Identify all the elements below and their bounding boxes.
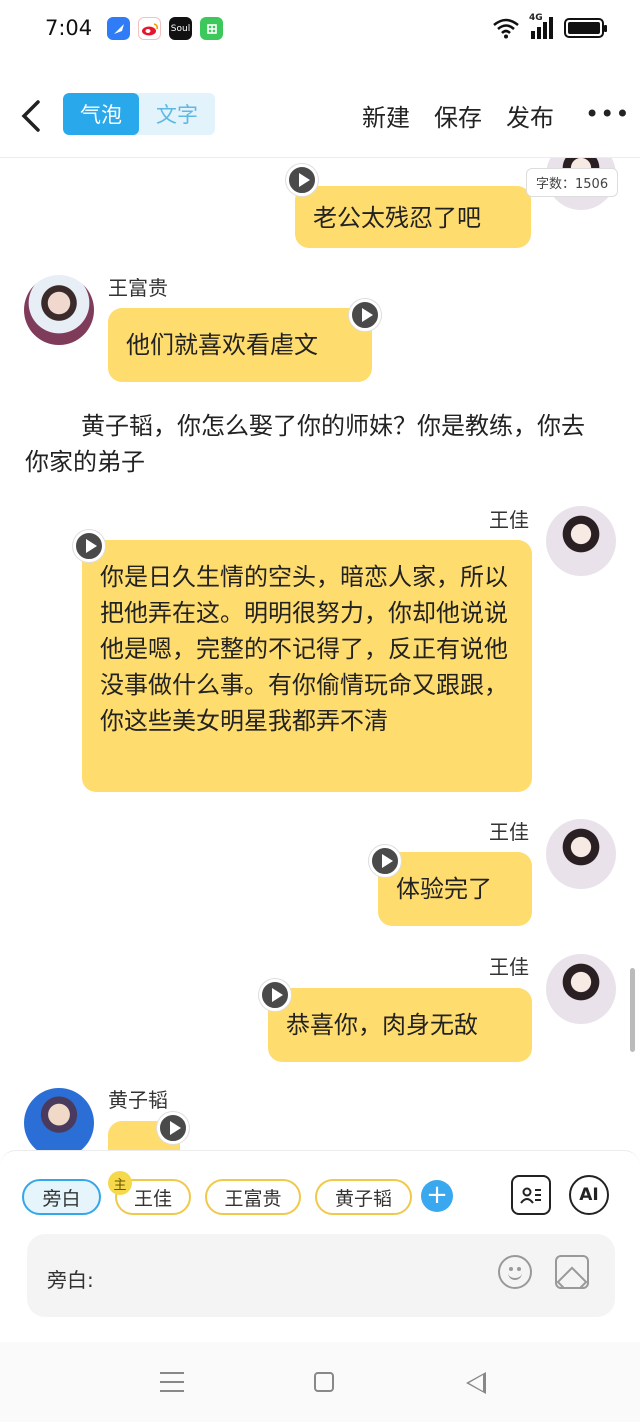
message-bubble[interactable]: 你是日久生情的空头，暗恋人家，所以把他弄在这。明明很努力，你却他说说他是嗯，完整… (82, 540, 532, 792)
signal-icon: 4G (529, 13, 555, 39)
soul-icon-label: Soul (170, 23, 191, 34)
speaker-name: 王佳 (489, 955, 529, 979)
weibo-icon (138, 17, 161, 40)
message-bubble[interactable]: 体验完了 (378, 852, 532, 926)
avatar-wangfugui[interactable] (24, 275, 94, 345)
message-text: 恭喜你，肉身无敌 (286, 1011, 478, 1039)
speaker-name: 黄子韬 (108, 1088, 168, 1112)
image-icon[interactable] (555, 1255, 589, 1289)
message-text: 体验完了 (396, 875, 492, 903)
back-triangle-icon[interactable] (466, 1372, 486, 1394)
speaker-name: 王富贵 (108, 276, 168, 300)
play-voice-icon[interactable] (286, 164, 318, 196)
speaker-name: 王佳 (489, 820, 529, 844)
editor-header: 气泡 文字 新建 保存 发布 ••• (0, 86, 640, 146)
message-text: 老公太残忍了吧 (313, 204, 481, 232)
tab-bubble[interactable]: 气泡 (63, 93, 139, 135)
contact-card-icon (520, 1187, 541, 1204)
chat-area[interactable]: 老公太残忍了吧 字数：1506 王富贵 他们就喜欢看虐文 黄子韬，你怎么娶了你的… (0, 158, 640, 1150)
ai-button[interactable]: AI (569, 1175, 609, 1215)
input-role-label: 旁白: (47, 1268, 94, 1292)
status-bar: 7:04 Soul 4G (0, 0, 640, 58)
tab-text[interactable]: 文字 (139, 93, 215, 135)
message-bubble[interactable]: 恭喜你，肉身无敌 (268, 988, 532, 1062)
header-actions: 新建 保存 发布 (362, 98, 554, 133)
message-text: 他们就喜欢看虐文 (126, 331, 318, 359)
home-icon[interactable] (314, 1372, 334, 1392)
wifi-icon (493, 18, 519, 39)
avatar-wangjia[interactable] (546, 954, 616, 1024)
new-button[interactable]: 新建 (362, 98, 410, 133)
publish-button[interactable]: 发布 (506, 98, 554, 133)
avatar-huangzitao[interactable] (24, 1088, 94, 1150)
role-chip-wangfugui[interactable]: 王富贵 (205, 1179, 301, 1215)
status-app-icons: Soul (107, 17, 223, 40)
avatar-wangjia[interactable] (546, 506, 616, 576)
ai-label: AI (579, 1185, 599, 1205)
message-input[interactable]: 旁白: (27, 1234, 615, 1317)
narration-text[interactable]: 黄子韬，你怎么娶了你的师妹？你是教练，你去你家的弟子 (25, 408, 605, 480)
more-button[interactable]: ••• (585, 100, 630, 128)
emoji-icon[interactable] (498, 1255, 532, 1289)
system-nav-bar (0, 1342, 640, 1422)
chevron-left-icon (21, 100, 40, 132)
role-chip-narrator[interactable]: 旁白 (22, 1179, 101, 1215)
status-time: 7:04 (45, 16, 93, 40)
message-bubble[interactable]: 老公太残忍了吧 (295, 186, 531, 248)
mode-toggle: 气泡 文字 (63, 93, 215, 135)
add-role-button[interactable]: + (421, 1180, 453, 1212)
soul-icon: Soul (169, 17, 192, 40)
play-voice-icon[interactable] (369, 845, 401, 877)
feather-app-icon (107, 17, 130, 40)
play-voice-icon[interactable] (259, 979, 291, 1011)
word-count-badge: 字数：1506 (526, 168, 619, 197)
contact-card-button[interactable] (511, 1175, 551, 1215)
message-text: 你是日久生情的空头，暗恋人家，所以把他弄在这。明明很努力，你却他说说他是嗯，完整… (100, 563, 508, 735)
play-voice-icon[interactable] (73, 530, 105, 562)
back-button[interactable] (18, 94, 48, 138)
play-voice-icon[interactable] (157, 1112, 189, 1144)
green-app-icon (200, 17, 223, 40)
status-indicators: 4G (492, 13, 607, 39)
message-bubble[interactable]: 他们就喜欢看虐文 (108, 308, 372, 382)
play-voice-icon[interactable] (349, 299, 381, 331)
avatar-wangjia[interactable] (546, 819, 616, 889)
save-button[interactable]: 保存 (434, 98, 482, 133)
battery-icon (564, 18, 607, 38)
menu-icon[interactable] (160, 1372, 184, 1392)
composer-panel: 旁白 王佳 主 王富贵 黄子韬 + AI 旁白: (0, 1150, 640, 1342)
speaker-name: 王佳 (489, 508, 529, 532)
role-chip-huangzitao[interactable]: 黄子韬 (315, 1179, 412, 1215)
scrollbar-thumb[interactable] (630, 968, 635, 1052)
main-role-badge: 主 (108, 1171, 132, 1195)
